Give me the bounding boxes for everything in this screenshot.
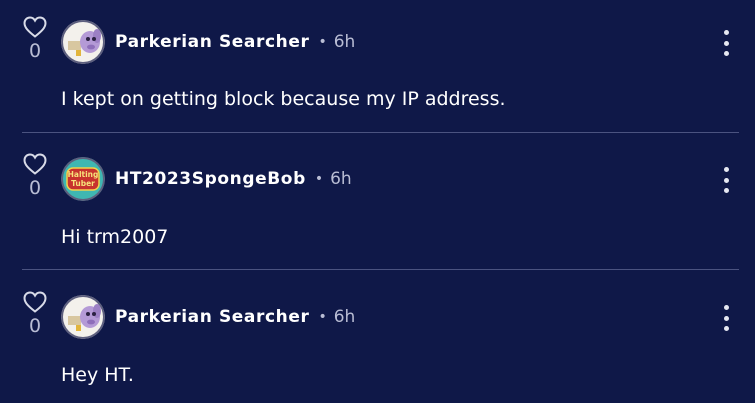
separator-dot: • <box>314 171 324 187</box>
comment-meta: Parkerian Searcher • 6h <box>115 20 355 64</box>
username-link[interactable]: Parkerian Searcher <box>115 307 309 327</box>
username-link[interactable]: Parkerian Searcher <box>115 32 309 52</box>
comment-meta: HT2023SpongeBob • 6h <box>115 157 352 201</box>
comment-text: Hi trm2007 <box>61 226 169 248</box>
like-count: 0 <box>28 315 42 337</box>
separator-dot: • <box>318 34 327 50</box>
divider <box>22 269 739 270</box>
comment-text: I kept on getting block because my IP ad… <box>61 88 506 110</box>
separator-dot: • <box>318 309 327 325</box>
avatar[interactable]: Halting Tuber <box>61 157 105 201</box>
avatar[interactable] <box>61 20 105 64</box>
comment-text: Hey HT. <box>61 364 134 386</box>
heart-icon[interactable] <box>23 16 47 38</box>
comment-meta: Parkerian Searcher • 6h <box>115 295 355 339</box>
avatar-logo-text: Tuber <box>71 179 95 188</box>
avatar[interactable] <box>61 295 105 339</box>
avatar-logo-text: Halting <box>68 170 99 179</box>
divider <box>22 132 739 133</box>
like-control: 0 <box>22 291 48 337</box>
timestamp: 6h <box>333 307 356 327</box>
heart-icon[interactable] <box>23 153 47 175</box>
username-link[interactable]: HT2023SpongeBob <box>115 169 306 189</box>
more-options-icon[interactable] <box>718 305 734 331</box>
like-count: 0 <box>28 40 42 62</box>
heart-icon[interactable] <box>23 291 47 313</box>
more-options-icon[interactable] <box>718 167 734 193</box>
timestamp: 6h <box>333 32 356 52</box>
like-control: 0 <box>22 16 48 62</box>
like-count: 0 <box>28 177 42 199</box>
like-control: 0 <box>22 153 48 199</box>
timestamp: 6h <box>330 169 352 189</box>
more-options-icon[interactable] <box>718 30 734 56</box>
